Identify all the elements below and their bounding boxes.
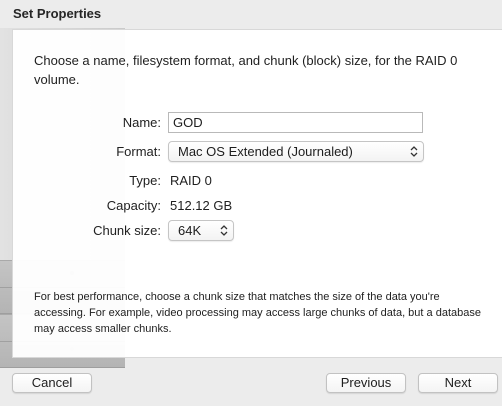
up-down-chevron-icon	[220, 225, 228, 236]
up-down-chevron-icon	[410, 146, 418, 157]
chunk-size-row: Chunk size: 64K	[13, 220, 502, 242]
name-row: Name:	[13, 112, 502, 134]
type-row: Type: RAID 0	[13, 170, 502, 192]
capacity-label: Capacity:	[106, 198, 161, 213]
format-label: Format:	[116, 144, 161, 159]
chunk-size-popup[interactable]: 64K	[168, 220, 234, 241]
next-button[interactable]: Next	[418, 373, 498, 393]
previous-button[interactable]: Previous	[326, 373, 406, 393]
name-label: Name:	[122, 115, 161, 130]
chunk-size-selected: 64K	[178, 223, 202, 238]
chunk-size-hint: For best performance, choose a chunk siz…	[34, 291, 481, 335]
name-field[interactable]	[168, 112, 423, 133]
properties-panel: Choose a name, filesystem format, and ch…	[12, 29, 502, 358]
capacity-row: Capacity: 512.12 GB	[13, 195, 502, 217]
intro-text: Choose a name, filesystem format, and ch…	[34, 53, 458, 87]
cancel-button[interactable]: Cancel	[12, 373, 92, 393]
chunk-size-label: Chunk size:	[93, 223, 161, 238]
window-title: Set Properties	[13, 6, 102, 21]
format-row: Format: Mac OS Extended (Journaled)	[13, 141, 502, 163]
type-label: Type:	[129, 173, 161, 188]
capacity-value: 512.12 GB	[170, 198, 233, 213]
type-value: RAID 0	[170, 173, 212, 188]
set-properties-window: Set Properties Choose a name, filesystem…	[0, 0, 502, 406]
format-selected: Mac OS Extended (Journaled)	[178, 144, 353, 159]
format-popup[interactable]: Mac OS Extended (Journaled)	[168, 141, 424, 162]
